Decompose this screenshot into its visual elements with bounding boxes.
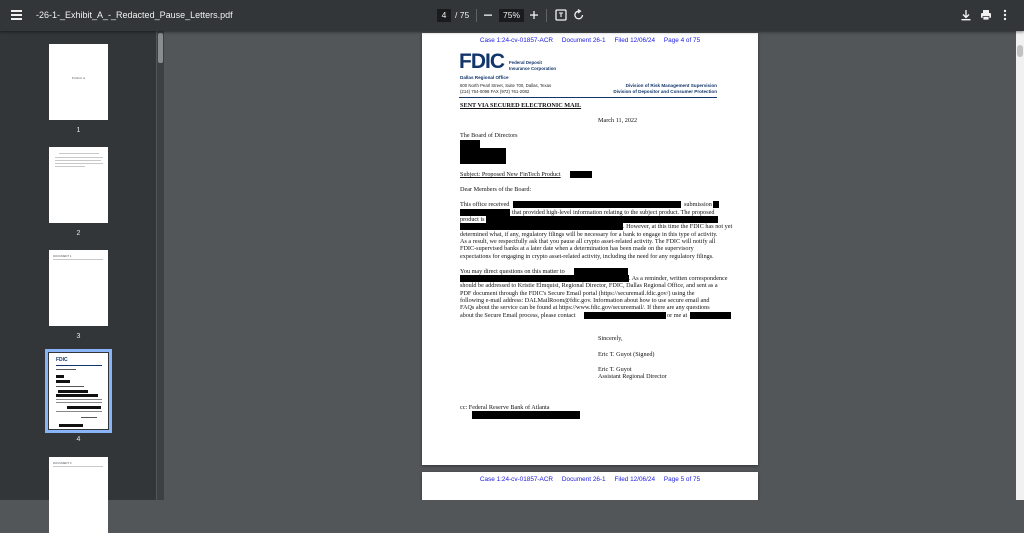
toolbar-divider [546,9,547,22]
thumbnail-sidebar: Exhibit A 1 2 DOCUMENT 1 3 FDIC 4 DOCUME… [0,31,156,533]
document-title: -26-1-_Exhibit_A_-_Redacted_Pause_Letter… [36,10,233,20]
download-icon[interactable] [958,7,974,23]
zoom-level-input[interactable]: 75% [499,9,524,22]
thumbnail-page-5[interactable]: DOCUMENT 3 [49,457,108,533]
menu-icon[interactable] [11,10,22,20]
redaction [713,201,719,208]
thumbnail-text: DOCUMENT 1 [53,254,72,258]
letter-date: March 11, 2022 [598,117,638,124]
page-number-input[interactable]: 4 [437,9,451,22]
redaction [460,275,629,282]
paragraph-line: or me at [667,312,688,319]
thumbnail-page-1[interactable]: Exhibit A [49,44,108,120]
thumbnail-label: 1 [76,127,81,134]
thumbnail-page-3[interactable]: DOCUMENT 1 [49,250,108,326]
paragraph-line: FDIC-supervised banks at a later date wh… [460,245,694,252]
logo-subtitle: Insurance Corporation [509,66,557,71]
division-name: Division of Depositor and Consumer Prote… [613,89,717,94]
pdf-page-5: Case 1:24-cv-01857-ACR Document 26-1 Fil… [422,472,758,500]
paragraph-line: This office received [460,201,510,208]
paragraph-line: submission [684,201,712,208]
redaction [460,156,506,164]
paragraph-line: expectations for engaging in crypto asse… [460,253,714,260]
redaction [460,223,623,230]
thumbnail-text: Exhibit A [71,76,86,80]
redaction [570,171,592,178]
logo-subtitle: Federal Deposit [509,60,542,65]
office-address: 600 North Pearl Street, Suite 700, Dalla… [460,83,552,88]
redaction [472,411,580,419]
recipient: The Board of Directors [460,132,518,139]
rotate-icon[interactable] [571,7,587,23]
thumbnail-label: 2 [76,230,81,237]
fdic-logo: FDIC [459,50,505,73]
thumbnail-label: 3 [76,333,81,340]
division-name: Division of Risk Management Supervision [625,83,717,88]
salutation: Dear Members of the Board: [460,186,532,193]
redaction [584,312,666,319]
case-header: Case 1:24-cv-01857-ACR Document 26-1 Fil… [479,37,701,44]
redaction [460,140,480,148]
sidebar-scrollbar[interactable] [157,31,164,500]
zoom-in-icon[interactable] [526,7,542,23]
redaction [460,148,506,156]
redaction [460,209,510,216]
redaction [690,312,731,319]
pdf-page-4: Case 1:24-cv-01857-ACR Document 26-1 Fil… [422,33,758,465]
page-count: / 75 [455,10,470,20]
redaction [574,268,628,275]
subject-line: Subject: Proposed New FinTech Product [460,171,561,178]
document-viewer[interactable]: Case 1:24-cv-01857-ACR Document 26-1 Fil… [164,31,1016,500]
more-icon[interactable] [997,7,1013,23]
viewer-scrollbar[interactable] [1016,31,1024,500]
redaction [513,201,681,208]
thumbnail-page-4-selected[interactable]: FDIC [45,349,112,433]
regional-office: Dallas Regional Office [460,75,509,80]
print-icon[interactable] [978,7,994,23]
redaction [486,216,718,223]
paragraph-line: FAQs about the service can be found at h… [460,304,710,311]
paragraph-line: . However, at this time the FDIC has not… [623,223,733,230]
paragraph-line: should be addressed to Kristie Elmquist,… [460,282,718,289]
zoom-out-icon[interactable] [480,7,496,23]
thumbnail-text: DOCUMENT 3 [53,461,72,465]
paragraph-line: about the Secure Email process, please c… [460,312,576,319]
closing: Sincerely, [598,335,623,342]
fit-page-icon[interactable] [553,7,569,23]
signer-title: Assistant Regional Director [598,373,667,380]
header-rule [459,97,717,98]
thumbnail-text: FDIC [56,357,68,363]
signature: Eric T. Guyot (Signed) [598,351,655,358]
pdf-toolbar: -26-1-_Exhibit_A_-_Redacted_Pause_Letter… [0,0,1024,31]
delivery-method: SENT VIA SECURED ELECTRONIC MAIL [460,102,582,109]
case-header: Case 1:24-cv-01857-ACR Document 26-1 Fil… [479,476,701,483]
thumbnail-label: 4 [76,436,81,443]
toolbar-divider [476,9,477,22]
office-phone: (214) 754-0098 FAX (972) 761-2082 [460,89,530,94]
thumbnail-page-2[interactable] [49,147,108,223]
